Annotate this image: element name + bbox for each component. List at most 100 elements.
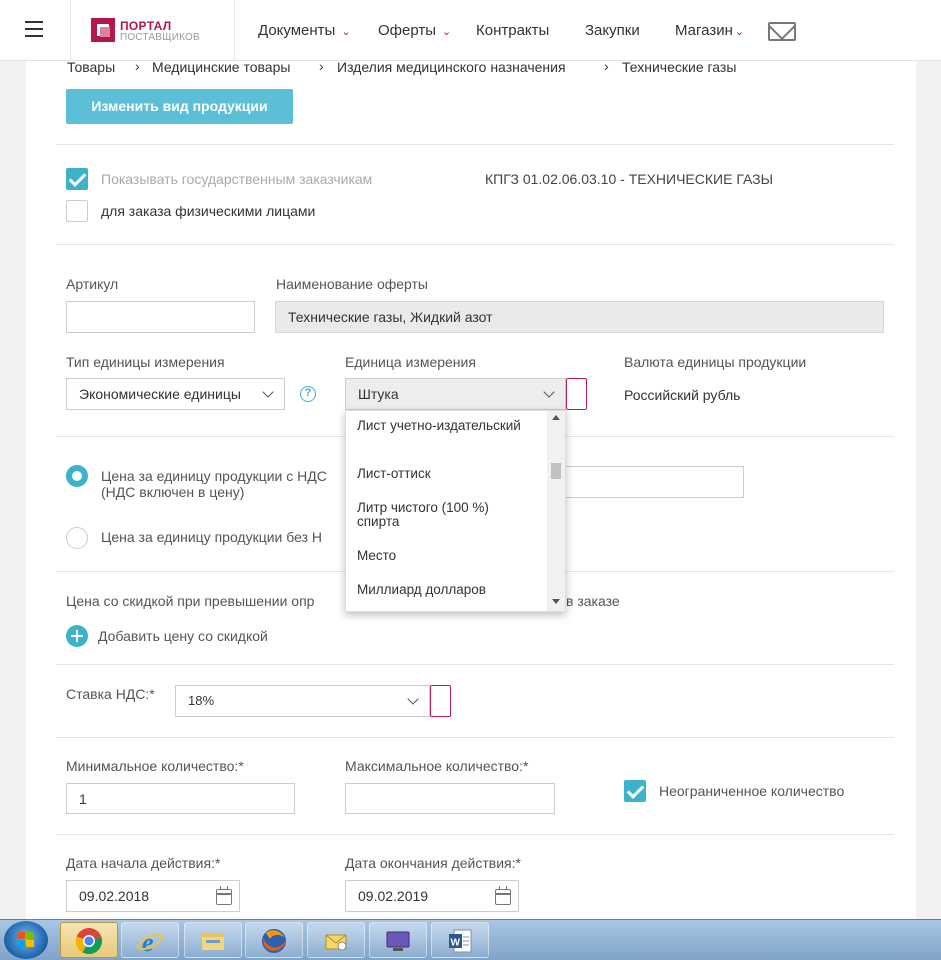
dropdown-scrollbar[interactable] xyxy=(547,411,565,611)
unit-type-label: Тип единицы измерения xyxy=(66,354,225,370)
nav-shop[interactable]: Магазин ⌄ xyxy=(675,22,744,39)
windows-taskbar: e W xyxy=(0,919,941,960)
unit-label: Единица измерения xyxy=(345,354,476,370)
divider xyxy=(56,834,894,835)
discount-label-tail: в заказе xyxy=(566,593,620,609)
mail-icon[interactable] xyxy=(768,22,796,41)
logo-mark-icon xyxy=(91,18,115,42)
price-without-vat-radio[interactable] xyxy=(66,527,88,549)
vat-value: 18% xyxy=(188,693,215,708)
hamburger-menu-icon[interactable] xyxy=(22,18,46,42)
end-date-input[interactable]: 09.02.2019 xyxy=(345,880,519,912)
help-icon[interactable]: ? xyxy=(300,386,316,402)
svg-text:e: e xyxy=(142,928,154,955)
divider xyxy=(56,244,894,245)
scroll-up-arrow-icon[interactable] xyxy=(552,415,560,420)
show-to-gov-label: Показывать государственным заказчикам xyxy=(101,171,373,187)
calendar-icon[interactable] xyxy=(495,886,511,905)
start-date-value: 09.02.2018 xyxy=(79,888,150,904)
nav-offers[interactable]: Оферты ⌄ xyxy=(378,22,451,39)
unit-type-value: Экономические единицы xyxy=(79,386,241,402)
min-qty-label: Минимальное количество:* xyxy=(66,758,244,774)
offer-name-label: Наименование оферты xyxy=(276,276,428,292)
scrollbar-thumb[interactable] xyxy=(551,463,561,479)
calendar-icon[interactable] xyxy=(216,886,232,905)
outlook-icon xyxy=(325,934,347,951)
remote-desktop-icon xyxy=(386,931,410,951)
currency-label: Валюта единицы продукции xyxy=(624,354,807,370)
unit-required-marker xyxy=(566,378,587,410)
internet-explorer-icon: e xyxy=(137,928,163,955)
logo-subtitle: ПОСТАВЩИКОВ xyxy=(120,32,200,43)
nav-purchases[interactable]: Закупки xyxy=(585,22,640,39)
add-circle-icon[interactable] xyxy=(66,625,88,647)
page-margin-right xyxy=(916,61,941,921)
change-product-type-button[interactable]: Изменить вид продукции xyxy=(66,89,293,124)
max-qty-label: Максимальное количество:* xyxy=(345,758,529,774)
taskbar-word[interactable]: W xyxy=(431,922,489,958)
top-header: ПОРТАЛ ПОСТАВЩИКОВ Документы ⌄ Оферты ⌄ Ко… xyxy=(0,0,941,61)
start-date-input[interactable]: 09.02.2018 xyxy=(66,880,240,912)
breadcrumb-item[interactable]: Технические газы xyxy=(622,59,736,75)
individuals-checkbox[interactable] xyxy=(66,200,88,222)
offer-name-input[interactable]: Технические газы, Жидкий азот xyxy=(275,301,884,333)
taskbar-chrome[interactable] xyxy=(60,922,118,958)
taskbar-file-explorer[interactable] xyxy=(184,922,242,958)
chevron-down-icon xyxy=(543,386,555,398)
article-label: Артикул xyxy=(66,276,119,292)
price-with-vat-radio[interactable] xyxy=(66,465,88,487)
required-mark: * xyxy=(238,758,244,774)
portal-logo[interactable]: ПОРТАЛ ПОСТАВЩИКОВ xyxy=(70,0,235,61)
breadcrumb-item[interactable]: Товары xyxy=(67,59,115,75)
chevron-down-icon xyxy=(262,386,274,398)
unit-type-select[interactable]: Экономические единицы xyxy=(66,378,285,410)
taskbar-outlook[interactable] xyxy=(307,922,365,958)
nav-documents[interactable]: Документы ⌄ xyxy=(258,22,351,39)
unlimited-qty-checkbox[interactable] xyxy=(624,780,646,802)
unit-select[interactable]: Штука xyxy=(345,378,566,410)
required-mark: * xyxy=(515,855,521,871)
required-mark: * xyxy=(149,686,155,702)
unit-option[interactable]: Место xyxy=(357,549,532,563)
show-to-gov-checkbox[interactable] xyxy=(66,168,88,190)
svg-text:W: W xyxy=(451,938,461,949)
price-with-vat-note: (НДС включен в цену) xyxy=(101,484,245,500)
max-qty-input[interactable] xyxy=(345,783,555,814)
individuals-label: для заказа физическими лицами xyxy=(101,203,316,219)
divider xyxy=(56,144,894,145)
currency-value: Российский рубль xyxy=(624,387,741,403)
unit-dropdown-list[interactable]: Лист учетно-издательский Лист-оттиск Лит… xyxy=(345,410,566,612)
taskbar-remote-desktop[interactable] xyxy=(369,922,427,958)
unit-option[interactable]: Лист-оттиск xyxy=(357,467,532,481)
nav-contracts[interactable]: Контракты xyxy=(476,22,549,39)
scroll-down-arrow-icon[interactable] xyxy=(552,599,560,604)
taskbar-internet-explorer[interactable]: e xyxy=(121,922,179,958)
required-mark: * xyxy=(522,758,529,774)
page-margin-left xyxy=(0,61,26,921)
unit-option[interactable]: Миллиард долларов xyxy=(357,583,532,597)
vat-label: Ставка НДС:* xyxy=(66,686,155,702)
unlimited-qty-label: Неограниченное количество xyxy=(659,783,845,799)
article-input[interactable] xyxy=(66,301,255,333)
breadcrumb-item[interactable]: Медицинские товары xyxy=(152,59,290,75)
firefox-icon xyxy=(262,929,286,953)
unit-option[interactable]: Литр чистого (100 %) спирта xyxy=(357,501,532,529)
windows-logo-icon xyxy=(17,932,35,948)
price-with-vat-label: Цена за единицу продукции с НДС xyxy=(101,468,327,484)
discount-label: Цена со скидкой при превышении опр xyxy=(66,593,315,609)
start-button[interactable] xyxy=(4,921,48,959)
required-mark: * xyxy=(214,855,221,871)
vat-required-marker xyxy=(430,685,451,717)
add-discount-link[interactable]: Добавить цену со скидкой xyxy=(98,628,268,644)
file-explorer-icon xyxy=(202,933,224,950)
breadcrumb-item[interactable]: Изделия медицинского назначения xyxy=(337,59,566,75)
end-date-label: Дата окончания действия:* xyxy=(345,855,521,871)
unit-option[interactable]: Лист учетно-издательский xyxy=(357,419,532,433)
price-input[interactable] xyxy=(560,466,744,498)
kpgz-code: КПГЗ 01.02.06.03.10 - ТЕХНИЧЕСКИЕ ГАЗЫ xyxy=(485,171,773,187)
min-qty-input[interactable]: 1 xyxy=(66,783,295,814)
logo-title: ПОРТАЛ xyxy=(120,19,172,33)
word-icon: W xyxy=(449,929,472,953)
vat-select[interactable]: 18% xyxy=(175,685,430,717)
taskbar-firefox[interactable] xyxy=(245,922,303,958)
